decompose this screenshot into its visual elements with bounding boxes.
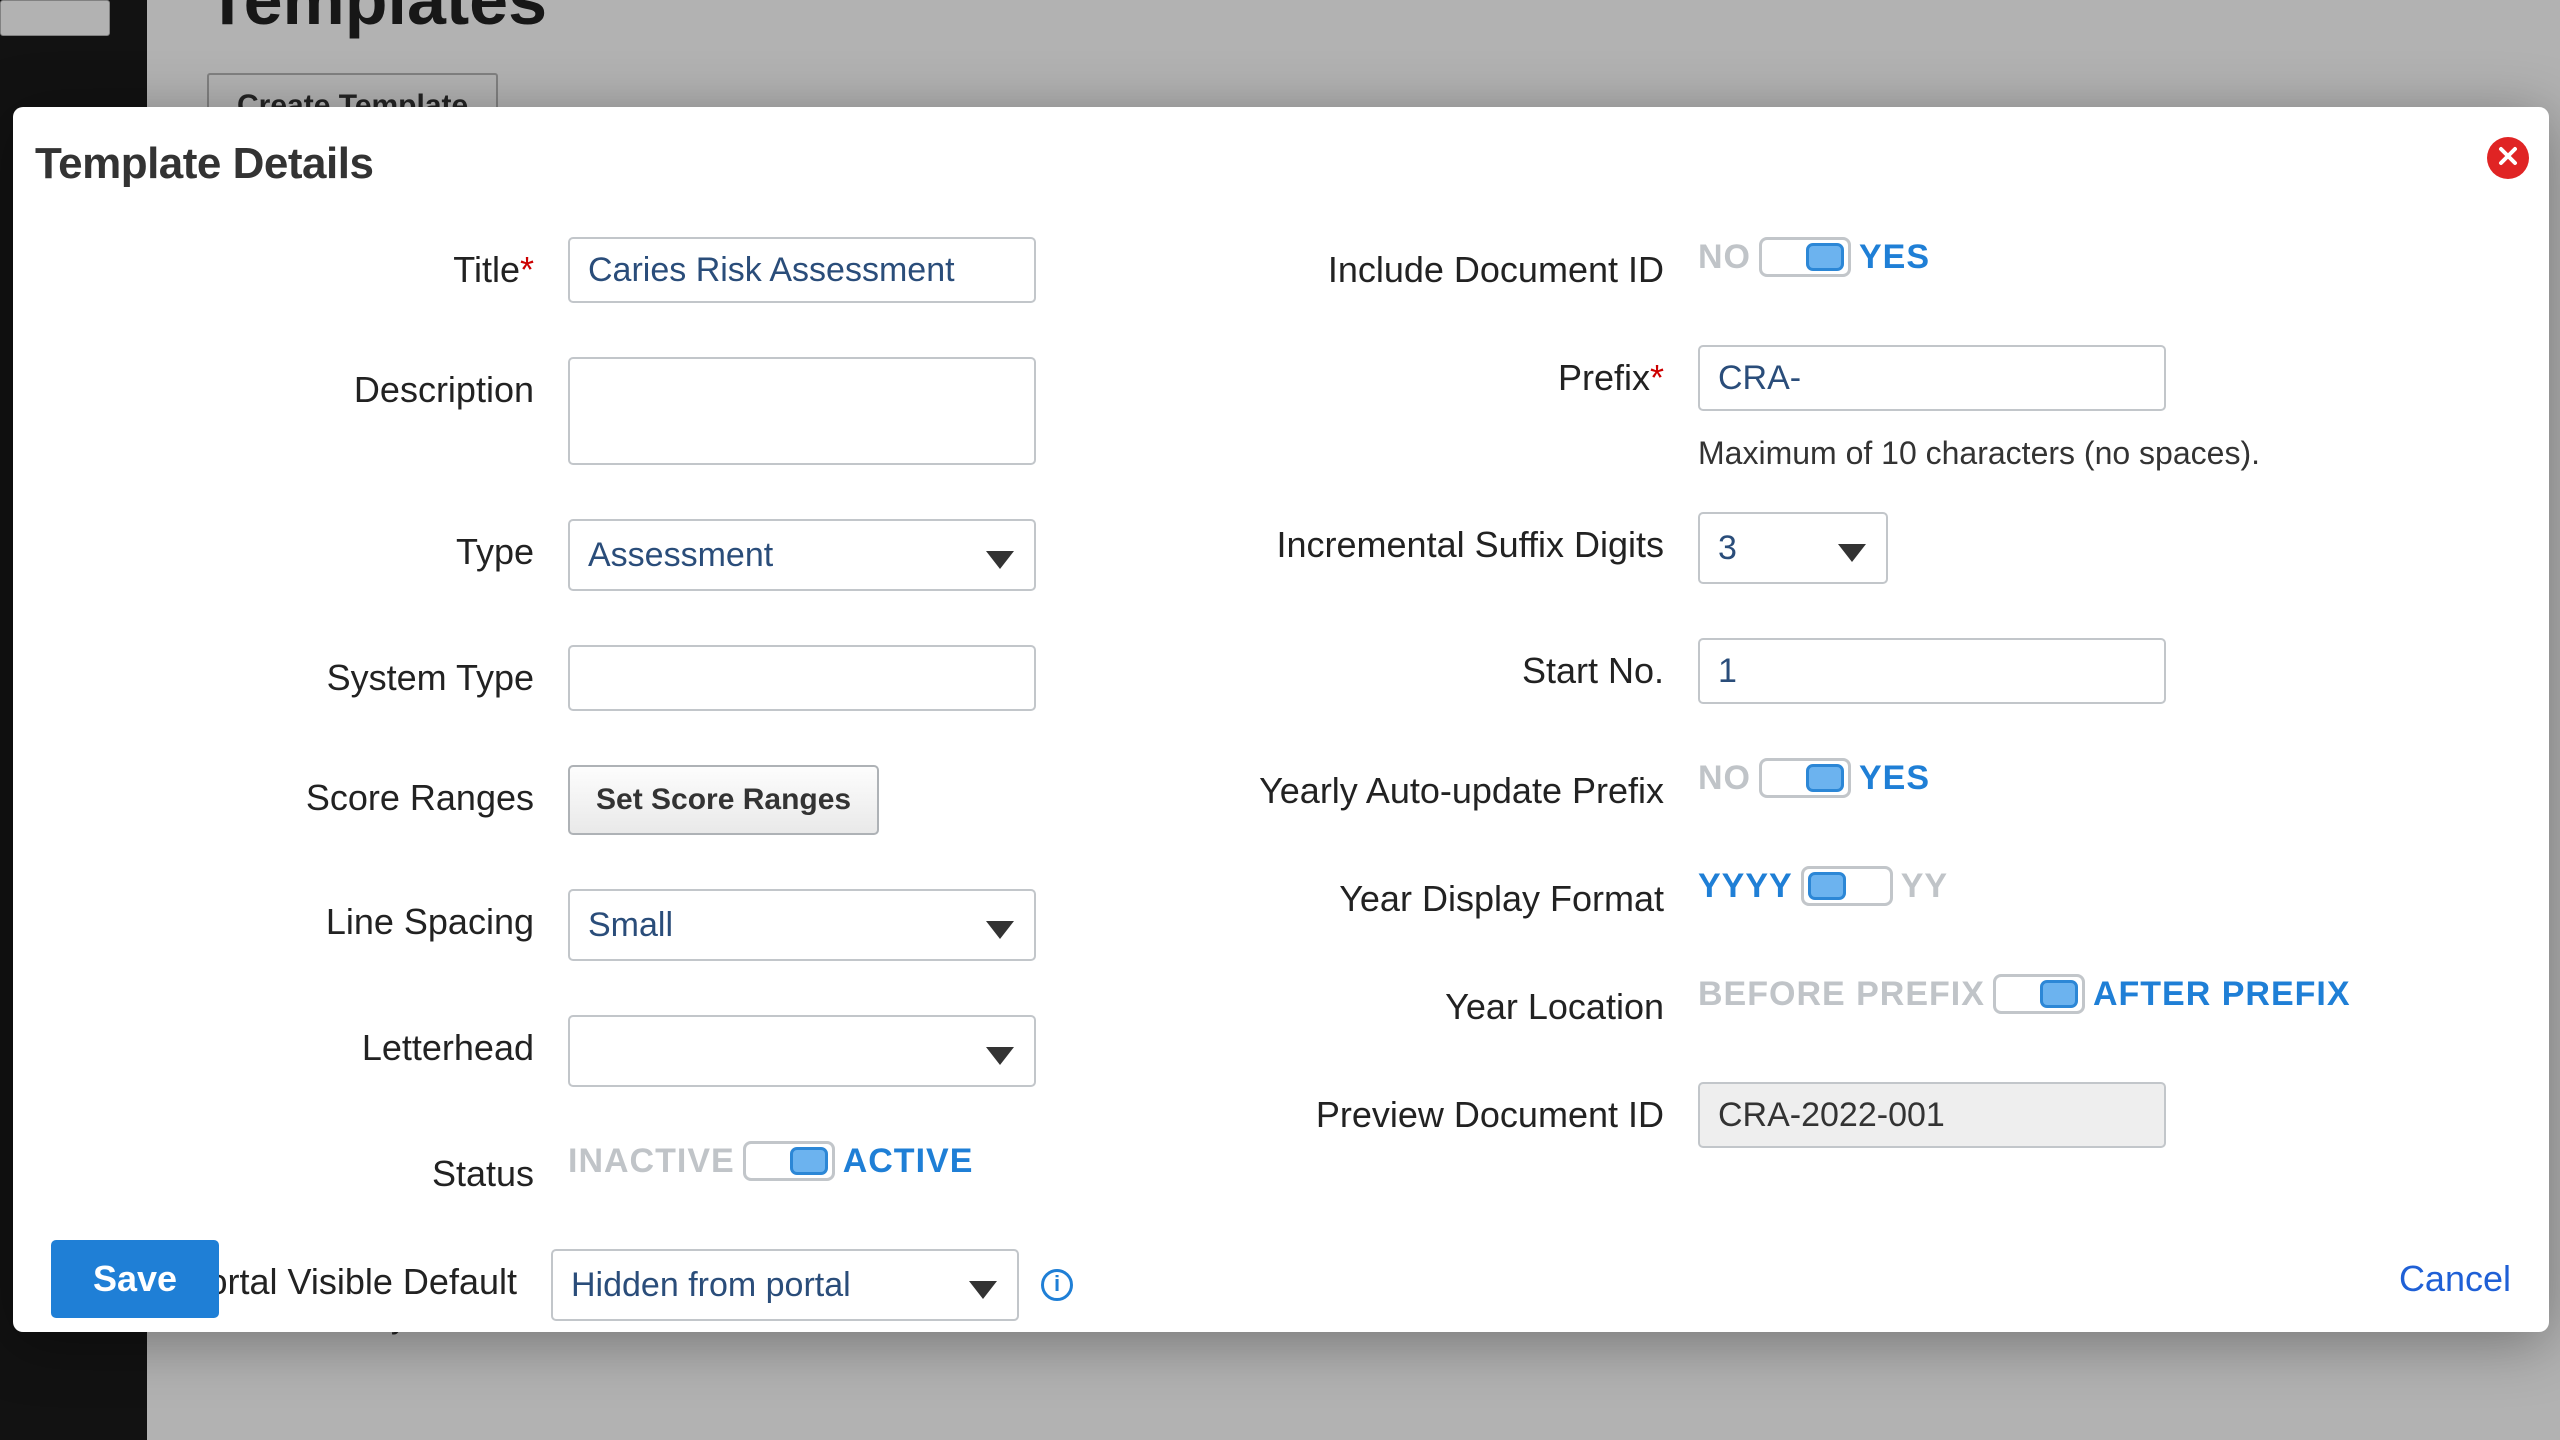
description-input[interactable] <box>568 357 1036 465</box>
close-icon <box>2496 144 2520 173</box>
year-location-toggle[interactable]: BEFORE PREFIX AFTER PREFIX <box>1698 974 2351 1014</box>
year-format-yy-label: YY <box>1901 867 1948 906</box>
status-toggle[interactable]: INACTIVE ACTIVE <box>568 1141 973 1181</box>
preview-output <box>1698 1082 2166 1148</box>
title-label: Title* <box>13 237 568 291</box>
description-label: Description <box>13 357 568 411</box>
start-no-input[interactable] <box>1698 638 2166 704</box>
status-on-label: ACTIVE <box>843 1142 974 1181</box>
line-spacing-select[interactable]: Small <box>568 889 1036 961</box>
title-input[interactable] <box>568 237 1036 303</box>
suffix-digits-select[interactable]: 3 <box>1698 512 1888 584</box>
letterhead-select[interactable] <box>568 1015 1036 1087</box>
prefix-help-text: Maximum of 10 characters (no spaces). <box>1698 435 2260 472</box>
year-format-yyyy-label: YYYY <box>1698 867 1793 906</box>
status-switch[interactable] <box>743 1141 835 1181</box>
preview-label: Preview Document ID <box>1073 1082 1698 1136</box>
year-format-switch[interactable] <box>1801 866 1893 906</box>
year-location-after-label: AFTER PREFIX <box>2093 975 2351 1014</box>
template-details-modal: Template Details Title* Description Type <box>13 107 2549 1332</box>
close-button[interactable] <box>2487 137 2529 179</box>
save-button[interactable]: Save <box>51 1240 219 1318</box>
status-off-label: INACTIVE <box>568 1142 735 1181</box>
prefix-input[interactable] <box>1698 345 2166 411</box>
system-type-label: System Type <box>13 645 568 699</box>
modal-title: Template Details <box>35 139 373 189</box>
system-type-input[interactable] <box>568 645 1036 711</box>
year-format-toggle[interactable]: YYYY YY <box>1698 866 1948 906</box>
year-location-label: Year Location <box>1073 974 1698 1028</box>
auto-update-switch[interactable] <box>1759 758 1851 798</box>
include-doc-id-label: Include Document ID <box>1073 237 1698 291</box>
prefix-label: Prefix* <box>1073 345 1698 399</box>
auto-update-label: Yearly Auto-update Prefix <box>1073 758 1698 812</box>
type-label: Type <box>13 519 568 573</box>
auto-update-no-label: NO <box>1698 759 1751 798</box>
include-doc-id-no-label: NO <box>1698 238 1751 277</box>
letterhead-label: Letterhead <box>13 1015 568 1069</box>
auto-update-yes-label: YES <box>1859 759 1930 798</box>
cancel-link[interactable]: Cancel <box>2399 1258 2511 1300</box>
include-doc-id-switch[interactable] <box>1759 237 1851 277</box>
line-spacing-label: Line Spacing <box>13 889 568 943</box>
auto-update-toggle[interactable]: NO YES <box>1698 758 1930 798</box>
status-label: Status <box>13 1141 568 1195</box>
year-location-before-label: BEFORE PREFIX <box>1698 975 1985 1014</box>
type-select[interactable]: Assessment <box>568 519 1036 591</box>
suffix-digits-label: Incremental Suffix Digits <box>1073 512 1698 566</box>
score-ranges-label: Score Ranges <box>13 765 568 819</box>
start-no-label: Start No. <box>1073 638 1698 692</box>
set-score-ranges-button[interactable]: Set Score Ranges <box>568 765 879 835</box>
year-format-label: Year Display Format <box>1073 866 1698 920</box>
include-doc-id-toggle[interactable]: NO YES <box>1698 237 1930 277</box>
year-location-switch[interactable] <box>1993 974 2085 1014</box>
include-doc-id-yes-label: YES <box>1859 238 1930 277</box>
